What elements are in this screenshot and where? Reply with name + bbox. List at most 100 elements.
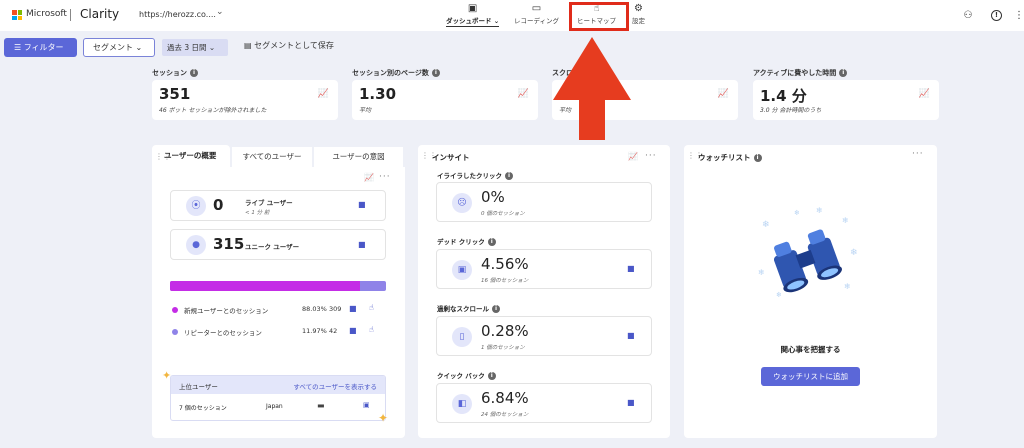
project-url[interactable]: https://herozz.co.... (139, 10, 216, 19)
insights-panel: ⋮⋮ インサイト 📈 ··· イライラしたクリック i ☹ 0% 0 個のセッショ… (418, 145, 670, 438)
new-users-bar-fill (170, 281, 361, 291)
insight-value: 0% (481, 188, 505, 206)
share-icon[interactable]: ⚇ (961, 9, 975, 23)
returning-users-label: リピーターとのセッション (184, 329, 262, 337)
recording-icon[interactable]: ■ (358, 200, 366, 209)
tab-all-users[interactable]: すべてのユーザー (232, 147, 312, 167)
line-chart-icon[interactable]: 📈 (628, 152, 638, 161)
line-chart-icon[interactable]: 📈 (364, 173, 374, 182)
info-icon: i (505, 172, 513, 180)
insight-card-quick-back[interactable]: ◧ 6.84% 24 個のセッション ■ (436, 383, 652, 423)
nav-dashboard[interactable]: ▣ ダッシュボード ⌄ (446, 3, 500, 27)
metric-card-active-time[interactable]: 1.4 分 3.0 分 合計時間のうち 📈 (753, 80, 939, 120)
line-chart-icon[interactable]: 📈 (518, 89, 529, 99)
unique-users-value: 315 (213, 235, 245, 253)
metric-value: 1.4 分 (760, 87, 807, 105)
live-users-value: 0 (213, 196, 224, 214)
insight-label: デッド クリック i (437, 236, 496, 246)
add-to-watchlist-button[interactable]: ウォッチリストに追加 (761, 367, 860, 386)
segment-dropdown[interactable]: セグメント ⌄ (83, 38, 155, 57)
chevron-down-icon: ⌄ (206, 43, 216, 52)
heatmap-highlight-box (569, 2, 629, 31)
quick-back-icon: ◧ (452, 394, 472, 414)
insights-title: インサイト (432, 153, 470, 162)
metric-value: 351 (159, 85, 191, 103)
recording-icon[interactable]: ■ (358, 240, 366, 249)
view-all-users-link[interactable]: すべてのユーザーを表示する (293, 381, 377, 391)
svg-text:❄: ❄ (816, 206, 823, 215)
drag-handle-icon[interactable]: ⋮⋮ (155, 152, 171, 161)
scroll-icon: ▯ (452, 327, 472, 347)
more-icon[interactable]: ⋮ (1012, 9, 1024, 23)
new-users-pct: 88.03% (302, 305, 327, 313)
new-users-dot (172, 307, 178, 313)
info-icon[interactable]: ! (991, 10, 1002, 21)
metric-card-pages[interactable]: 1.30 平均 📈 (352, 80, 538, 120)
insight-value: 6.84% (481, 389, 529, 407)
info-icon: i (190, 69, 198, 77)
recording-icon[interactable]: ■ (349, 326, 357, 335)
metric-value: 1.30 (359, 85, 397, 103)
microsoft-logo-icon (12, 10, 22, 20)
filter-button[interactable]: ☰ フィルター (4, 38, 77, 57)
new-users-label: 新規ユーザーとのセッション (184, 307, 269, 315)
info-icon: i (431, 69, 440, 77)
line-chart-icon[interactable]: 📈 (919, 89, 930, 99)
unique-users-card[interactable]: ● 315 ユニーク ユーザー ■ (170, 229, 386, 260)
tab-user-intent[interactable]: ユーザーの意図 (314, 147, 403, 167)
returning-users-count: 42 (329, 327, 338, 335)
info-icon: i (753, 154, 762, 162)
metric-subtext: 3.0 分 合計時間のうち (760, 107, 822, 114)
insight-sub: 24 個のセッション (481, 412, 529, 418)
video-icon: ▭ (531, 3, 542, 14)
nav-settings[interactable]: ⚙ 設定 (632, 3, 645, 25)
info-icon: i (487, 238, 496, 246)
more-options-icon[interactable]: ··· (912, 149, 924, 159)
heatmap-icon[interactable]: ☝ (369, 325, 374, 334)
insight-label: イライラしたクリック i (437, 170, 513, 180)
top-user-row[interactable]: 7 個のセッション Japan ▬ ▣ (171, 394, 385, 420)
more-options-icon[interactable]: ··· (379, 172, 391, 182)
live-users-sub: < 1 分 前 (245, 210, 270, 216)
gear-icon: ⚙ (634, 3, 643, 14)
recording-icon[interactable]: ■ (627, 398, 635, 407)
insight-sub: 1 個のセッション (481, 345, 525, 351)
recording-icon[interactable]: ■ (627, 331, 635, 340)
returning-users-dot (172, 329, 178, 335)
insight-card-excessive-scroll[interactable]: ▯ 0.28% 1 個のセッション ■ (436, 316, 652, 356)
sparkle-icon: ✦ (378, 411, 389, 425)
recording-icon[interactable]: ■ (349, 304, 357, 313)
more-options-icon[interactable]: ··· (645, 151, 657, 161)
metric-subtext: 46 ボット セッションが除外されました (159, 107, 267, 114)
chevron-down-icon[interactable]: ⌄ (216, 7, 224, 17)
red-arrow-annotation (553, 37, 631, 140)
dead-click-icon: ▣ (452, 260, 472, 280)
insight-label: 過剰なスクロール i (437, 303, 500, 313)
chevron-down-icon: ⌄ (133, 43, 143, 52)
live-signal-icon: ⦿ (186, 196, 206, 216)
recording-icon[interactable]: ▣ (363, 401, 370, 409)
live-users-label: ライブ ユーザー (245, 199, 293, 207)
svg-text:❄: ❄ (794, 209, 800, 217)
insight-card-dead-clicks[interactable]: ▣ 4.56% 16 個のセッション ■ (436, 249, 652, 289)
microsoft-text: Microsoft (26, 9, 67, 19)
heatmap-icon[interactable]: ☝ (369, 303, 374, 312)
insight-sub: 0 個のセッション (481, 211, 525, 217)
date-range-dropdown[interactable]: 過去 3 日間 ⌄ (162, 39, 228, 56)
insight-card-rage-clicks[interactable]: ☹ 0% 0 個のセッション (436, 182, 652, 222)
recording-icon[interactable]: ■ (627, 264, 635, 273)
svg-text:❄: ❄ (776, 291, 782, 299)
save-icon: ▤ (244, 41, 255, 50)
user-icon: ● (186, 235, 206, 255)
line-chart-icon[interactable]: 📈 (318, 89, 329, 99)
insight-label: クイック バック i (437, 370, 496, 380)
metric-title-active-time: アクティブに費やした時間 i (753, 68, 848, 78)
live-users-card[interactable]: ⦿ 0 ライブ ユーザー < 1 分 前 ■ (170, 190, 386, 221)
line-chart-icon[interactable]: 📈 (718, 89, 729, 99)
svg-text:❄: ❄ (758, 268, 765, 277)
save-segment-button[interactable]: ▤ セグメントとして保存 (244, 40, 334, 51)
nav-recordings[interactable]: ▭ レコーディング (514, 3, 559, 25)
metric-card-sessions[interactable]: 351 46 ボット セッションが除外されました 📈 (152, 80, 338, 120)
unique-users-label: ユニーク ユーザー (245, 243, 300, 251)
sparkle-icon: ✦ (162, 369, 172, 382)
